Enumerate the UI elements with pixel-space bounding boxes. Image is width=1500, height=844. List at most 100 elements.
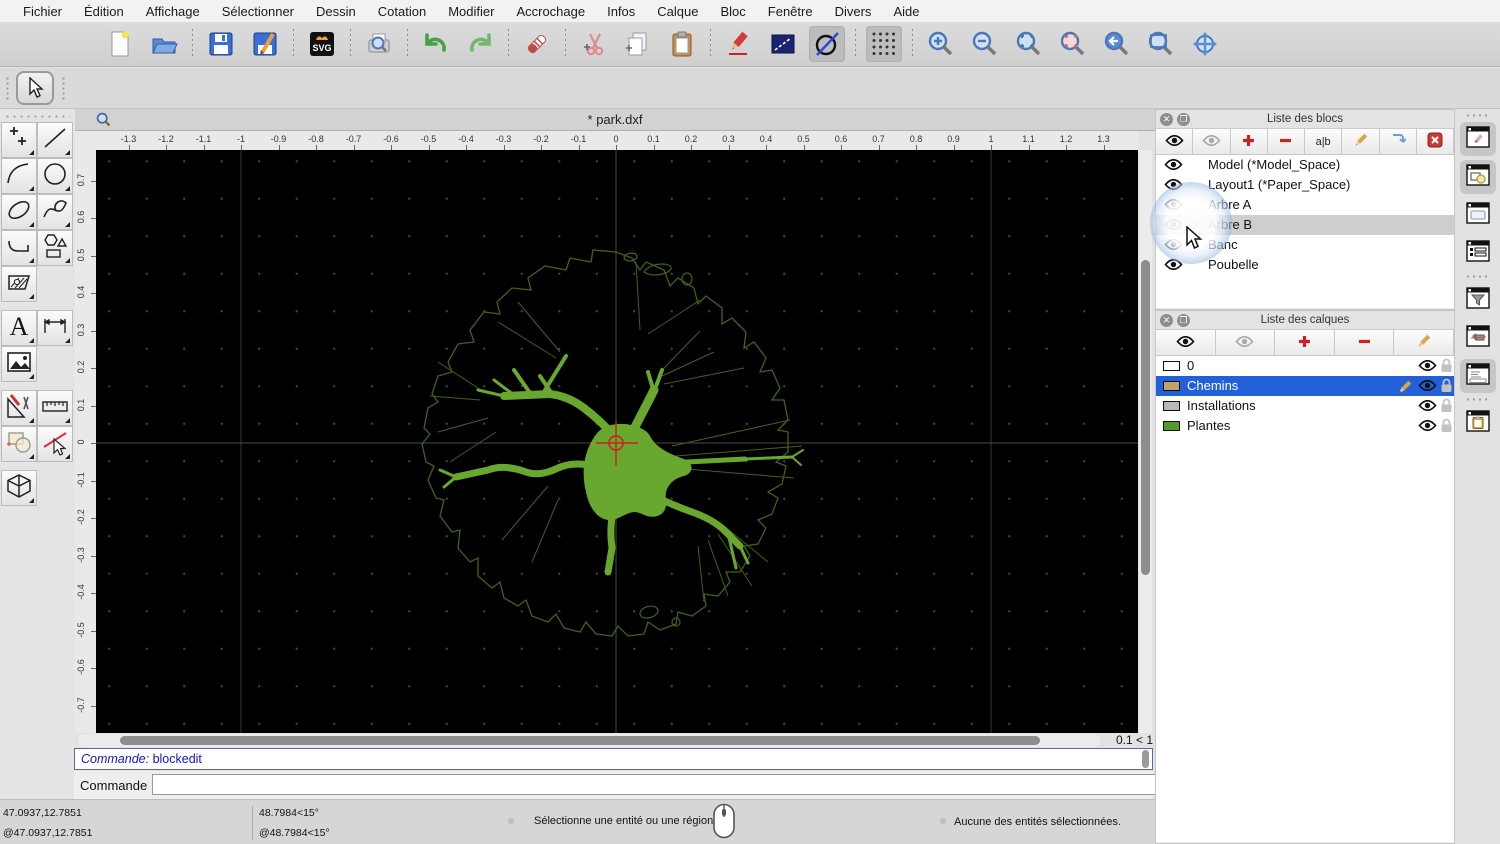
add-block-button[interactable] [1230, 129, 1268, 154]
redo-button[interactable] [462, 26, 498, 62]
horizontal-scrollbar[interactable] [78, 734, 1100, 747]
menu-calque[interactable]: Calque [646, 4, 709, 19]
print-preview-button[interactable] [361, 26, 397, 62]
block-row-arbre-a[interactable]: Arbre A [1156, 195, 1454, 215]
menu-dition[interactable]: Édition [73, 4, 135, 19]
layer-list-titlebar[interactable]: ✕ ❐ Liste des calques [1156, 311, 1454, 330]
remove-layer-button[interactable] [1334, 330, 1395, 355]
layer-row-plantes[interactable]: Plantes [1156, 416, 1454, 436]
tool-dimension-button[interactable] [37, 310, 73, 346]
eye-icon[interactable] [1164, 158, 1183, 174]
block-row-poubelle[interactable]: Poubelle [1156, 255, 1454, 275]
layer-row-chemins[interactable]: Chemins [1156, 376, 1454, 396]
tool-points-button[interactable] [1, 122, 37, 158]
zoom-previous-button[interactable] [1099, 26, 1135, 62]
tool-info-button[interactable] [1, 426, 37, 462]
toolbar-drag-handle[interactable] [6, 76, 9, 100]
tool-spline-button[interactable] [37, 194, 73, 230]
menu-bloc[interactable]: Bloc [709, 4, 756, 19]
tool-modify-button[interactable] [1, 390, 37, 426]
menu-fichier[interactable]: Fichier [12, 4, 73, 19]
rename-block-button[interactable]: a|b [1305, 129, 1343, 154]
pointer-tool-button[interactable] [16, 71, 54, 105]
zoom-pan-button[interactable] [1187, 26, 1223, 62]
cut-button[interactable] [576, 26, 612, 62]
menu-slectionner[interactable]: Sélectionner [211, 4, 305, 19]
tool-isometric-button[interactable] [1, 470, 37, 506]
dock-toggle-pen-window[interactable] [1459, 122, 1496, 156]
dock-toggle-shapes-window[interactable] [1459, 160, 1496, 194]
dock-toggle-filter-window[interactable] [1460, 283, 1496, 317]
tool-arc-button[interactable] [1, 158, 37, 194]
command-history[interactable]: Commande: blockedit [74, 748, 1153, 770]
menu-dessin[interactable]: Dessin [305, 4, 367, 19]
eye-icon[interactable] [1164, 218, 1183, 234]
show-all-layers-button[interactable] [1156, 330, 1216, 355]
horizontal-scrollbar-thumb[interactable] [120, 736, 1040, 745]
menu-modifier[interactable]: Modifier [437, 4, 505, 19]
document-titlebar[interactable]: * park.dxf [75, 109, 1155, 131]
save-as-button[interactable] [247, 26, 283, 62]
lock-icon[interactable] [1440, 378, 1453, 396]
eye-icon[interactable] [1418, 359, 1437, 375]
drawing-canvas[interactable] [96, 150, 1138, 733]
menu-fentre[interactable]: Fenêtre [757, 4, 824, 19]
remove-block-button[interactable] [1267, 129, 1305, 154]
palette-drag-handle[interactable] [4, 115, 70, 118]
command-history-scrollbar[interactable] [1142, 750, 1149, 768]
layer-row-0[interactable]: 0 [1156, 356, 1454, 376]
zoom-in-button[interactable] [923, 26, 959, 62]
tool-image-button[interactable] [1, 346, 37, 382]
strip-drag-handle[interactable] [1464, 114, 1491, 117]
menu-affichage[interactable]: Affichage [135, 4, 211, 19]
dock-toggle-blank-window[interactable] [1460, 198, 1496, 232]
eye-icon[interactable] [1418, 379, 1437, 395]
lock-icon[interactable] [1440, 418, 1453, 436]
open-file-button[interactable] [146, 26, 182, 62]
block-row-banc[interactable]: Banc [1156, 235, 1454, 255]
tool-text-button[interactable]: A [1, 310, 37, 346]
dock-toggle-entity-window[interactable] [1460, 321, 1496, 355]
add-layer-button[interactable] [1275, 330, 1335, 355]
tool-line-button[interactable] [37, 122, 73, 158]
undo-button[interactable] [418, 26, 454, 62]
tool-polyline-button[interactable] [1, 230, 37, 266]
show-all-blocks-button[interactable] [1156, 129, 1194, 154]
dock-toggle-command-window[interactable] [1459, 359, 1496, 393]
zoom-window-button[interactable] [1143, 26, 1179, 62]
pen-attributes-button[interactable] [721, 26, 757, 62]
dock-toggle-list-window[interactable] [1460, 236, 1496, 270]
tool-hatch-button[interactable] [1, 266, 37, 302]
eye-icon[interactable] [1164, 198, 1183, 214]
hide-all-layers-button[interactable] [1215, 330, 1276, 355]
insert-block-button[interactable] [1379, 129, 1417, 154]
tool-select-delete-button[interactable] [37, 426, 73, 462]
dock-toggle-clipboard-window[interactable] [1460, 406, 1496, 440]
edit-layer-button[interactable] [1394, 330, 1454, 355]
eye-icon[interactable] [1418, 419, 1437, 435]
save-button[interactable] [203, 26, 239, 62]
eye-icon[interactable] [1418, 399, 1437, 415]
toolbar-drag-handle[interactable] [62, 76, 65, 100]
zoom-auto-button[interactable] [1011, 26, 1047, 62]
vertical-scrollbar-thumb[interactable] [1141, 260, 1150, 575]
lock-icon[interactable] [1440, 358, 1453, 376]
vertical-scrollbar[interactable] [1139, 150, 1152, 733]
menu-infos[interactable]: Infos [596, 4, 646, 19]
eye-icon[interactable] [1164, 238, 1183, 254]
eye-icon[interactable] [1164, 178, 1183, 194]
delete-selected-button[interactable] [519, 26, 555, 62]
grid-toggle-button[interactable] [866, 26, 902, 62]
svg-export-button[interactable]: SVG [304, 26, 340, 62]
block-row-layout1-paper-space-[interactable]: Layout1 (*Paper_Space) [1156, 175, 1454, 195]
tool-ellipse-button[interactable] [1, 194, 37, 230]
copy-button[interactable] [620, 26, 656, 62]
layer-row-installations[interactable]: Installations [1156, 396, 1454, 416]
menu-accrochage[interactable]: Accrochage [505, 4, 596, 19]
paste-button[interactable] [664, 26, 700, 62]
block-row-arbre-b[interactable]: Arbre B [1156, 215, 1454, 235]
menu-aide[interactable]: Aide [882, 4, 930, 19]
line-attributes-button[interactable] [765, 26, 801, 62]
hide-all-blocks-button[interactable] [1193, 129, 1231, 154]
eye-icon[interactable] [1164, 258, 1183, 274]
